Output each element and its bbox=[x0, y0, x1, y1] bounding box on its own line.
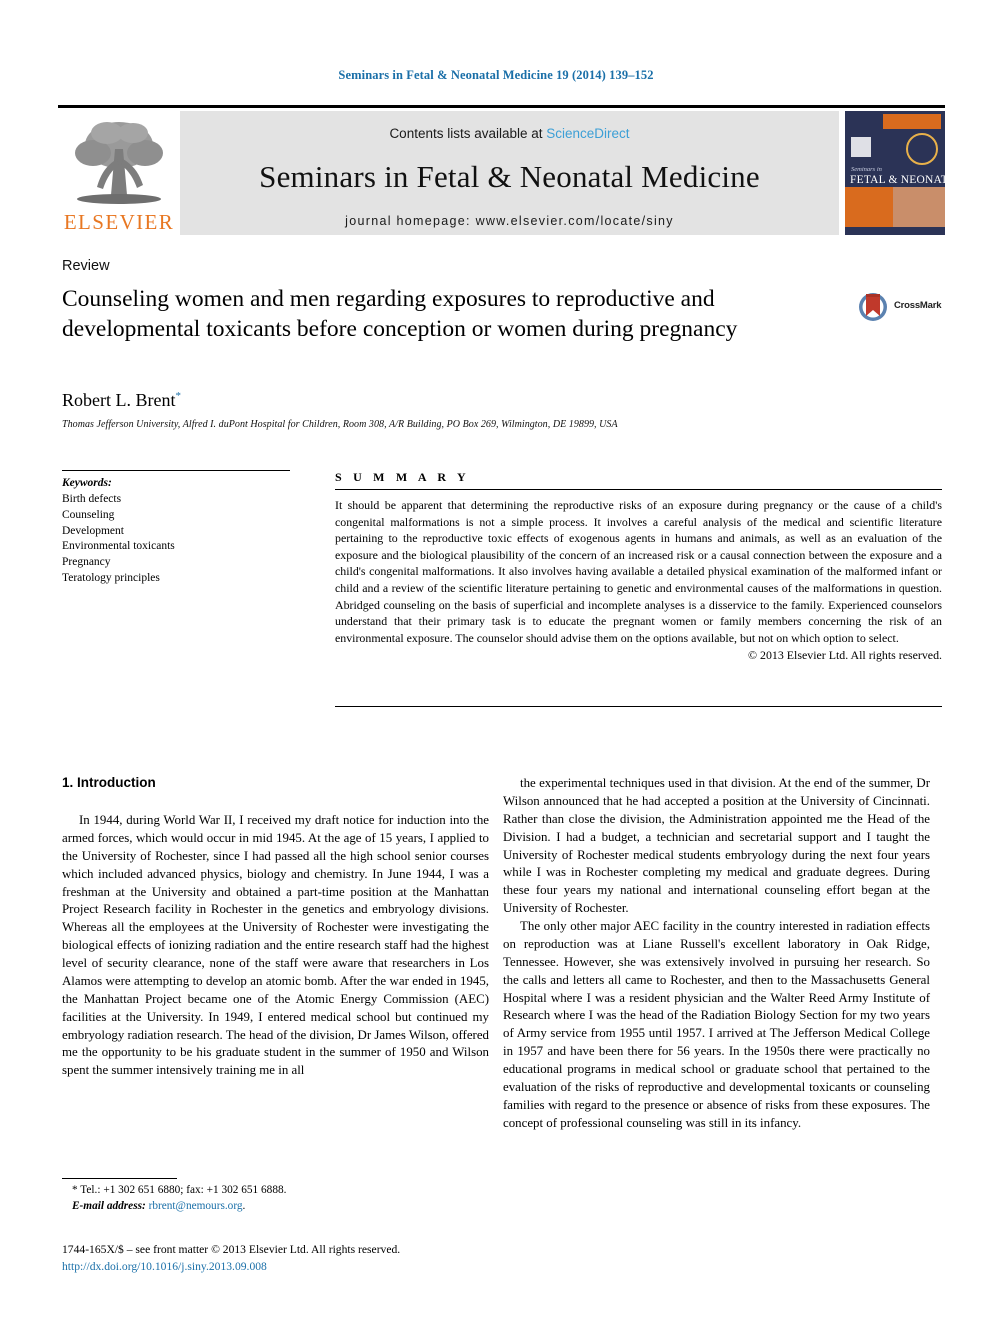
footnote-email-line: E-mail address: rbrent@nemours.org. bbox=[62, 1198, 492, 1214]
footnote-block: * Tel.: +1 302 651 6880; fax: +1 302 651… bbox=[62, 1182, 492, 1214]
email-label: E-mail address: bbox=[72, 1200, 146, 1213]
paragraph: the experimental techniques used in that… bbox=[503, 776, 930, 916]
footnote-tel: * Tel.: +1 302 651 6880; fax: +1 302 651… bbox=[72, 1184, 287, 1196]
abstract-bottom-rule bbox=[335, 706, 942, 707]
cover-line-seminars: Seminars in bbox=[851, 166, 882, 173]
author-footnote-marker[interactable]: * bbox=[175, 390, 181, 402]
summary-copyright: © 2013 Elsevier Ltd. All rights reserved… bbox=[748, 648, 942, 663]
keyword-item: Birth defects bbox=[62, 492, 122, 505]
elsevier-logo: ELSEVIER bbox=[58, 111, 180, 235]
keywords-title: Keywords: bbox=[62, 477, 112, 489]
footer-block: 1744-165X/$ – see front matter © 2013 El… bbox=[62, 1242, 532, 1276]
crossmark-icon bbox=[859, 293, 887, 321]
cover-orange-box bbox=[845, 187, 893, 227]
footnote-rule bbox=[62, 1178, 177, 1179]
summary-text: It should be apparent that determining t… bbox=[335, 498, 942, 645]
journal-homepage-link[interactable]: journal homepage: www.elsevier.com/locat… bbox=[180, 214, 839, 228]
keywords-rule bbox=[62, 470, 290, 471]
paragraph: In 1944, during World War II, I received… bbox=[62, 813, 489, 1078]
author-name-text: Robert L. Brent bbox=[62, 390, 176, 410]
paragraph: The only other major AEC facility in the… bbox=[503, 919, 930, 1130]
crossmark-label: CrossMark bbox=[894, 300, 942, 311]
affiliation: Thomas Jefferson University, Alfred I. d… bbox=[62, 419, 618, 430]
keyword-item: Environmental toxicants bbox=[62, 540, 175, 553]
keywords-block: Keywords: Birth defects Counseling Devel… bbox=[62, 470, 290, 587]
cover-publisher-mark bbox=[851, 137, 871, 157]
elsevier-wordmark: ELSEVIER bbox=[63, 210, 175, 234]
cover-bottom-bar bbox=[845, 227, 945, 235]
journal-banner: ELSEVIER Contents lists available at Sci… bbox=[58, 105, 945, 235]
cover-line-fetal: FETAL & NEONATAL bbox=[850, 174, 945, 186]
author-name: Robert L. Brent* bbox=[62, 390, 181, 411]
contents-prefix: Contents lists available at bbox=[389, 126, 547, 141]
page-title: Counseling women and men regarding expos… bbox=[62, 286, 738, 342]
keywords-list: Keywords: Birth defects Counseling Devel… bbox=[62, 476, 290, 587]
journal-cover-thumbnail: Seminars in FETAL & NEONATAL medicine bbox=[845, 111, 945, 235]
running-head: Seminars in Fetal & Neonatal Medicine 19… bbox=[338, 68, 654, 82]
footnote-period: . bbox=[242, 1200, 246, 1213]
banner-center: Contents lists available at ScienceDirec… bbox=[180, 111, 839, 235]
keyword-item: Teratology principles bbox=[62, 572, 160, 585]
crossmark-badge[interactable]: CrossMark bbox=[858, 288, 944, 328]
journal-title: Seminars in Fetal & Neonatal Medicine bbox=[259, 159, 760, 194]
cover-orange-strip bbox=[883, 114, 941, 129]
cover-photo bbox=[893, 187, 945, 227]
summary-block: S U M M A R Y It should be apparent that… bbox=[335, 470, 942, 663]
body-column-right: the experimental techniques used in that… bbox=[503, 775, 930, 1133]
article-page: Seminars in Fetal & Neonatal Medicine 19… bbox=[0, 0, 992, 1323]
doi-link[interactable]: http://dx.doi.org/10.1016/j.siny.2013.09… bbox=[62, 1259, 532, 1276]
body-column-left: In 1944, during World War II, I received… bbox=[62, 812, 489, 1080]
elsevier-tree-icon bbox=[75, 122, 163, 204]
keyword-item: Development bbox=[62, 524, 124, 537]
email-link[interactable]: rbrent@nemours.org bbox=[149, 1200, 243, 1212]
keyword-item: Counseling bbox=[62, 508, 115, 521]
issn-line: 1744-165X/$ – see front matter © 2013 El… bbox=[62, 1243, 401, 1256]
summary-rule bbox=[335, 489, 942, 490]
section-heading-introduction: 1. Introduction bbox=[62, 775, 156, 790]
summary-heading: S U M M A R Y bbox=[335, 470, 470, 484]
cover-seal-icon bbox=[906, 133, 938, 165]
keyword-item: Pregnancy bbox=[62, 556, 111, 569]
article-type: Review bbox=[62, 258, 110, 274]
contents-available-line: Contents lists available at ScienceDirec… bbox=[180, 126, 839, 141]
sciencedirect-link[interactable]: ScienceDirect bbox=[546, 126, 629, 141]
